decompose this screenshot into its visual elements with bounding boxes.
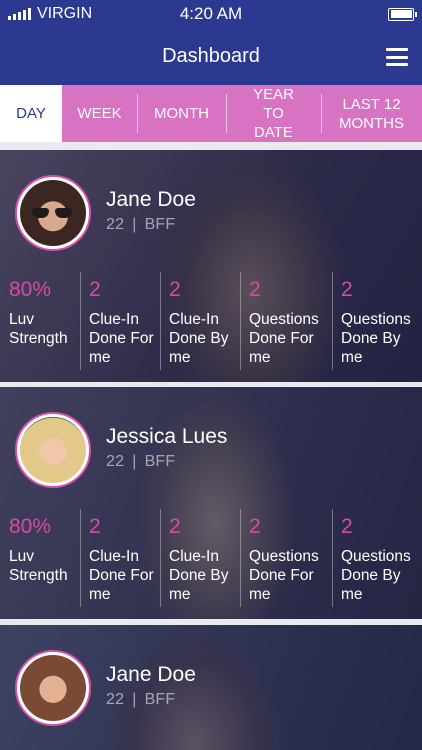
- stat-label: Clue-In Done By me: [169, 548, 229, 603]
- stat-label: Clue-In Done For me: [89, 548, 154, 603]
- stat-clue-in-for-me: 2 Clue-In Done For me: [80, 272, 160, 376]
- stat-value: 2: [169, 515, 181, 538]
- avatar: [15, 412, 91, 488]
- period-tabs: DAY WEEK MONTH YEAR TO DATE LAST 12 MONT…: [0, 85, 422, 142]
- tab-week[interactable]: WEEK: [62, 85, 137, 142]
- tab-label: DAY: [16, 105, 46, 122]
- friend-name: Jane Doe: [106, 663, 196, 686]
- tab-day[interactable]: DAY: [0, 85, 62, 142]
- stat-value: 2: [89, 278, 101, 301]
- stat-value: 2: [249, 515, 261, 538]
- friend-age: 22: [106, 216, 125, 233]
- stats-row: 80% Luv Strength 2 Clue-In Done For me 2 Cl…: [0, 509, 422, 613]
- stat-value: 2: [341, 515, 353, 538]
- tab-label: WEEK: [77, 105, 122, 122]
- friend-age: 22: [106, 453, 125, 470]
- stat-label: Questions Done By me: [341, 548, 411, 603]
- stat-label: Questions Done For me: [249, 311, 319, 366]
- avatar: [15, 650, 91, 726]
- stat-luv-strength: 80% Luv Strength: [0, 272, 80, 376]
- stat-questions-by-me: 2 Questions Done By me: [332, 272, 422, 376]
- stat-clue-in-for-me: 2 Clue-In Done For me: [80, 509, 160, 613]
- stat-label: Questions Done By me: [341, 311, 411, 366]
- page-title: Dashboard: [162, 45, 260, 67]
- hamburger-menu-icon[interactable]: [386, 48, 408, 66]
- tab-last-12-months[interactable]: LAST 12 MONTHS: [321, 85, 422, 142]
- tab-label: LAST 12 MONTHS: [339, 95, 404, 132]
- friend-card[interactable]: Jessica Lues 22 | BFF 80% Luv Strength 2 Clu…: [0, 387, 422, 619]
- tab-month[interactable]: MONTH: [137, 85, 226, 142]
- stats-row: 80% Luv Strength 2 Clue-In Done For me 2 Cl…: [0, 272, 422, 376]
- friend-relation: BFF: [144, 691, 176, 708]
- friend-relation: BFF: [144, 216, 176, 233]
- stat-questions-for-me: 2 Questions Done For me: [240, 272, 332, 376]
- app-header: Dashboard: [0, 28, 422, 85]
- stat-value: 80%: [9, 515, 52, 538]
- stat-questions-by-me: 2 Questions Done By me: [332, 509, 422, 613]
- friend-meta: 22 | BFF: [106, 691, 176, 708]
- stat-label: Clue-In Done By me: [169, 311, 229, 366]
- carrier-name: VIRGIN: [37, 5, 93, 22]
- stat-value: 2: [341, 278, 353, 301]
- friend-relation: BFF: [144, 453, 176, 470]
- stat-value: 2: [89, 515, 101, 538]
- stat-value: 2: [249, 278, 261, 301]
- stat-questions-for-me: 2 Questions Done For me: [240, 509, 332, 613]
- friend-name: Jessica Lues: [106, 425, 228, 448]
- stat-label: Luv Strength: [9, 548, 68, 584]
- friend-card[interactable]: Jane Doe 22 | BFF 80% Luv Strength 2 Clue-In…: [0, 150, 422, 382]
- stat-label: Questions Done For me: [249, 548, 319, 603]
- tab-label: MONTH: [154, 105, 209, 122]
- friend-card[interactable]: Jane Doe 22 | BFF: [0, 625, 422, 750]
- friend-age: 22: [106, 691, 125, 708]
- avatar: [15, 175, 91, 251]
- signal-icon: [8, 8, 31, 20]
- friend-meta: 22 | BFF: [106, 216, 176, 233]
- stat-clue-in-by-me: 2 Clue-In Done By me: [160, 509, 240, 613]
- friend-name: Jane Doe: [106, 188, 196, 211]
- tab-year-to-date[interactable]: YEAR TO DATE: [226, 85, 321, 142]
- stat-label: Luv Strength: [9, 311, 68, 347]
- stat-clue-in-by-me: 2 Clue-In Done By me: [160, 272, 240, 376]
- friend-meta: 22 | BFF: [106, 453, 176, 470]
- stat-label: Clue-In Done For me: [89, 311, 154, 366]
- status-bar: VIRGIN 4:20 AM: [0, 0, 422, 28]
- stat-luv-strength: 80% Luv Strength: [0, 509, 80, 613]
- stat-value: 80%: [9, 278, 52, 301]
- stat-value: 2: [169, 278, 181, 301]
- tab-label: YEAR TO DATE: [253, 86, 294, 141]
- battery-icon: [388, 7, 417, 21]
